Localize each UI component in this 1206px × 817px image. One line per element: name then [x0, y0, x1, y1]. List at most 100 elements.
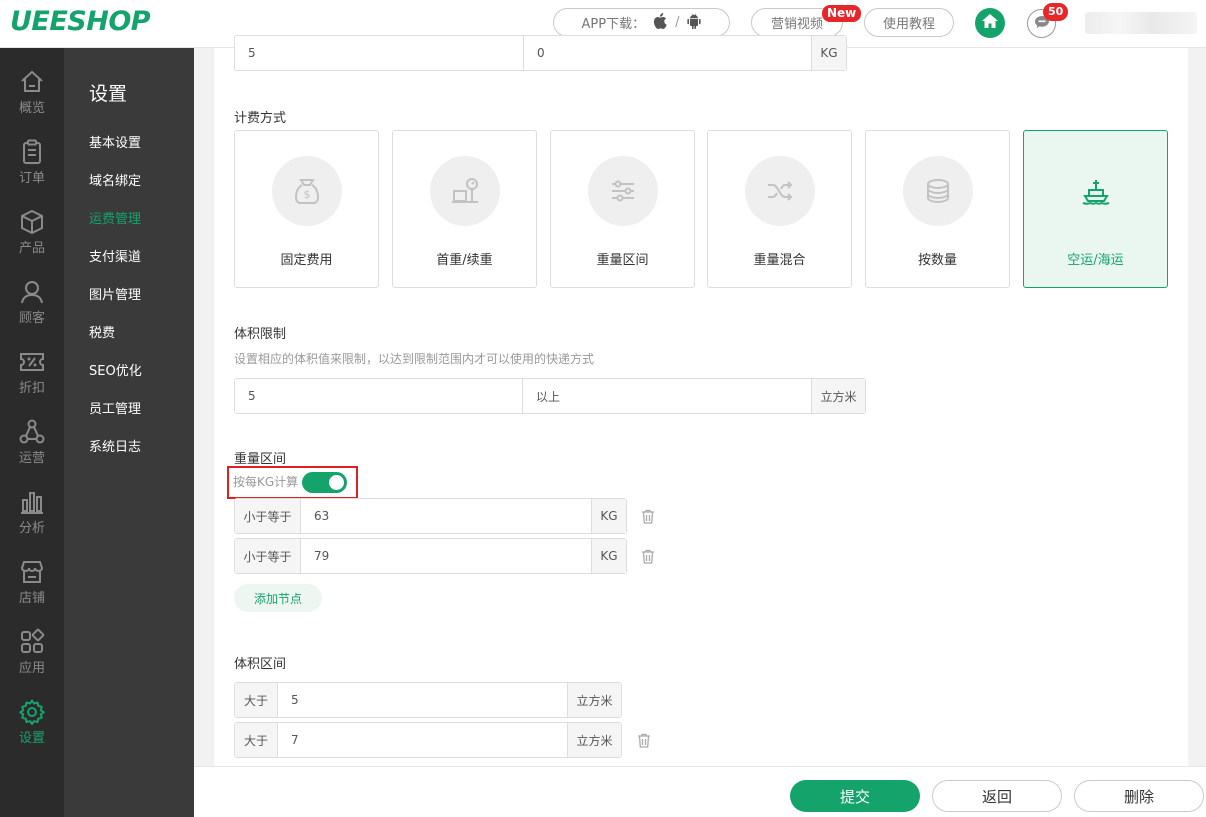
weight-range-input[interactable]: 63: [301, 499, 591, 533]
subnav-item-logs[interactable]: 系统日志: [89, 436, 141, 455]
nav-settings-label: 设置: [18, 731, 45, 746]
tutorial-button[interactable]: 使用教程: [864, 8, 954, 37]
nav-apps[interactable]: 应用: [0, 628, 64, 688]
subnav-item-seo[interactable]: SEO优化: [89, 360, 142, 379]
home-outline-icon: [21, 70, 43, 92]
cube-icon: [21, 209, 43, 235]
add-node-button[interactable]: 添加节点: [234, 584, 322, 612]
billing-option-quantity[interactable]: 按数量: [865, 130, 1010, 288]
main-panel: 5 0 KG 计费方式 $ 固定费用 首重/续重 重量区间 重量混合 按数量 空…: [214, 35, 1188, 766]
nav-products[interactable]: 产品: [0, 208, 64, 268]
nav-discounts-label: 折扣: [18, 381, 45, 396]
app-download-separator: /: [675, 15, 680, 30]
ship-icon: [1082, 180, 1110, 205]
nav-analytics[interactable]: 分析: [0, 488, 64, 548]
billing-option-label: 按数量: [917, 253, 957, 268]
nav-apps-label: 应用: [18, 661, 45, 676]
toggle-knob: [329, 475, 344, 490]
volume-limit-upper-input[interactable]: 以上: [522, 379, 811, 413]
network-icon: [19, 419, 45, 444]
subnav-item-domain[interactable]: 域名绑定: [89, 170, 141, 189]
delete-button[interactable]: 删除: [1074, 780, 1204, 812]
home-button[interactable]: [975, 8, 1005, 38]
volume-range-input[interactable]: 7: [278, 723, 567, 757]
clipboard-icon: [23, 139, 41, 164]
weight-unit: KG: [811, 36, 846, 70]
svg-text:$: $: [304, 188, 311, 201]
volume-range-unit: 立方米: [567, 723, 621, 757]
billing-option-label: 重量区间: [596, 253, 649, 268]
billing-option-weight-range[interactable]: 重量区间: [550, 130, 695, 288]
volume-range-unit: 立方米: [567, 683, 621, 717]
submit-button[interactable]: 提交: [790, 780, 920, 812]
weight-range-prefix: 小于等于: [235, 499, 301, 533]
weight-start-input[interactable]: 5: [235, 36, 523, 70]
footer-actions: 提交 返回 删除: [194, 766, 1206, 817]
weight-range-row: 小于等于 63 KG: [234, 498, 627, 534]
billing-option-weight-mixed[interactable]: 重量混合: [707, 130, 852, 288]
billing-icon-circle: $: [272, 156, 342, 226]
apple-icon[interactable]: [653, 12, 667, 33]
settings-subnav: 设置 基本设置 域名绑定 运费管理 支付渠道 图片管理 税费 SEO优化 员工管…: [64, 48, 194, 817]
subnav-item-tax[interactable]: 税费: [89, 322, 115, 341]
apps-icon: [21, 628, 45, 653]
billing-icon-circle: [745, 156, 815, 226]
weight-end-input[interactable]: 0: [523, 36, 811, 70]
nav-store[interactable]: 店铺: [0, 558, 64, 618]
billing-option-air-sea[interactable]: 空运/海运: [1023, 130, 1168, 288]
app-download-button[interactable]: APP下载： /: [553, 8, 730, 37]
per-kg-label: 按每KG计算: [233, 475, 299, 489]
weight-range-unit: KG: [591, 499, 626, 533]
android-icon[interactable]: [687, 13, 702, 33]
volume-limit-unit: 立方米: [811, 379, 865, 413]
per-kg-toggle[interactable]: [302, 472, 347, 493]
billing-option-label: 首重/续重: [436, 253, 493, 268]
subnav-item-staff[interactable]: 员工管理: [89, 398, 141, 417]
subnav-title: 设置: [89, 83, 128, 105]
home-icon: [981, 13, 999, 33]
nav-orders-label: 订单: [18, 171, 45, 186]
delete-row-trash-icon[interactable]: [637, 733, 651, 752]
stack-icon: [927, 179, 949, 204]
nav-operations[interactable]: 运营: [0, 418, 64, 478]
weight-range-title: 重量区间: [234, 452, 287, 467]
volume-limit-title: 体积限制: [234, 327, 287, 342]
delete-row-trash-icon[interactable]: [641, 509, 655, 528]
volume-range-input[interactable]: 5: [278, 683, 567, 717]
nav-products-label: 产品: [18, 241, 45, 256]
weight-range-input[interactable]: 79: [301, 539, 591, 573]
money-bag-icon: $: [294, 179, 320, 204]
volume-range-row: 大于 5 立方米: [234, 682, 622, 718]
logo[interactable]: UEESHOP: [10, 6, 151, 37]
subnav-item-payment[interactable]: 支付渠道: [89, 246, 141, 265]
sliders-icon: [612, 180, 634, 202]
nav-orders[interactable]: 订单: [0, 138, 64, 198]
user-account-blurred[interactable]: [1085, 12, 1197, 34]
billing-option-label: 固定费用: [280, 253, 333, 268]
store-icon: [20, 561, 44, 583]
subnav-item-basic[interactable]: 基本设置: [89, 132, 141, 151]
subnav-item-images[interactable]: 图片管理: [89, 284, 141, 303]
subnav-item-shipping[interactable]: 运费管理: [89, 208, 141, 227]
weight-range-unit: KG: [591, 539, 626, 573]
user-icon: [21, 281, 43, 304]
gear-icon: [19, 699, 45, 726]
delete-row-trash-icon[interactable]: [641, 549, 655, 568]
billing-option-label: 重量混合: [753, 253, 806, 268]
nav-analytics-label: 分析: [18, 521, 45, 536]
percent-ticket-icon: [20, 353, 44, 371]
nav-operations-label: 运营: [18, 451, 45, 466]
back-button[interactable]: 返回: [932, 780, 1062, 812]
nav-discounts[interactable]: 折扣: [0, 348, 64, 408]
volume-range-prefix: 大于: [235, 723, 278, 757]
nav-overview[interactable]: 概览: [0, 68, 64, 128]
weight-row-top: 5 0 KG: [234, 35, 847, 71]
volume-limit-input[interactable]: 5: [235, 379, 522, 413]
nav-overview-label: 概览: [18, 101, 45, 116]
billing-option-first-weight[interactable]: 首重/续重: [392, 130, 537, 288]
billing-option-fixed[interactable]: $ 固定费用: [234, 130, 379, 288]
nav-customers[interactable]: 顾客: [0, 278, 64, 338]
bar-chart-icon: [21, 492, 43, 514]
nav-settings[interactable]: 设置: [0, 698, 64, 758]
message-count-badge: 50: [1043, 3, 1069, 21]
